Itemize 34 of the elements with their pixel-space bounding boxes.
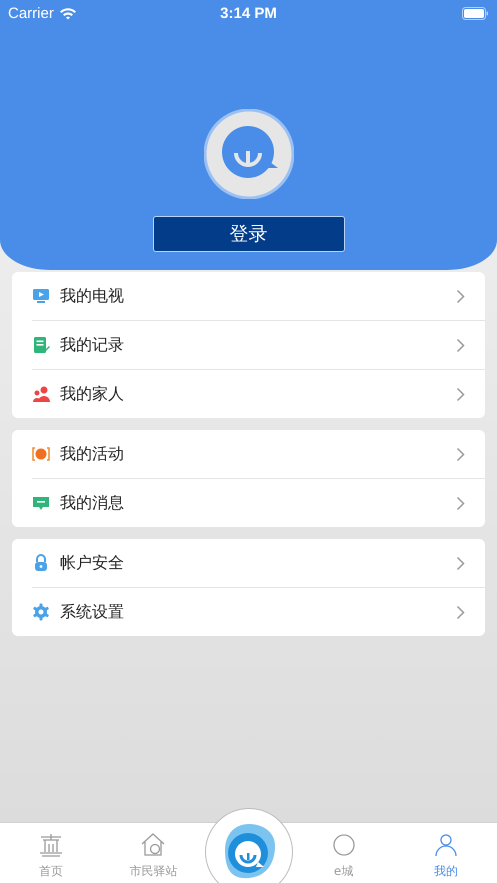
menu-label: 我的消息 bbox=[60, 492, 125, 514]
login-button[interactable]: 登录 bbox=[152, 216, 344, 252]
menu-item[interactable]: 我的家人 bbox=[32, 369, 485, 418]
menu-label: 帐户安全 bbox=[60, 552, 125, 574]
camera-icon bbox=[32, 445, 50, 463]
chevron-icon bbox=[456, 386, 465, 402]
menu-label: 我的记录 bbox=[60, 334, 125, 356]
lock-icon bbox=[32, 554, 50, 572]
menu-label: 我的家人 bbox=[60, 384, 125, 404]
carrier-text: Carrier bbox=[8, 4, 54, 22]
battery-icon bbox=[462, 6, 489, 20]
time-text: 3:14 PM bbox=[220, 4, 277, 22]
menu-item[interactable]: 我的消息 bbox=[32, 478, 485, 527]
tv-icon bbox=[32, 287, 50, 305]
menu-item[interactable]: 我的电视 bbox=[32, 272, 485, 320]
menu-item[interactable]: 我的记录 bbox=[32, 320, 485, 369]
menu-label: 系统设置 bbox=[60, 602, 125, 622]
menu-label: 我的活动 bbox=[60, 444, 125, 464]
chevron-icon bbox=[456, 446, 465, 462]
chevron-icon bbox=[456, 338, 465, 352]
chevron-icon bbox=[456, 496, 465, 510]
family-icon bbox=[32, 385, 50, 403]
menu-item[interactable]: 系统设置 bbox=[32, 587, 485, 636]
avatar-icon[interactable] bbox=[204, 109, 294, 199]
note-icon bbox=[32, 336, 50, 354]
chevron-icon bbox=[456, 288, 465, 304]
menu-item[interactable]: 我的活动 bbox=[32, 430, 485, 478]
wifi-icon bbox=[58, 6, 77, 20]
chevron-icon bbox=[456, 604, 465, 620]
menu-label: 我的电视 bbox=[60, 286, 125, 306]
gear-icon bbox=[32, 603, 50, 621]
menu-item[interactable]: 帐户安全 bbox=[32, 539, 485, 587]
chat-icon bbox=[32, 494, 50, 512]
chevron-icon bbox=[456, 556, 465, 570]
